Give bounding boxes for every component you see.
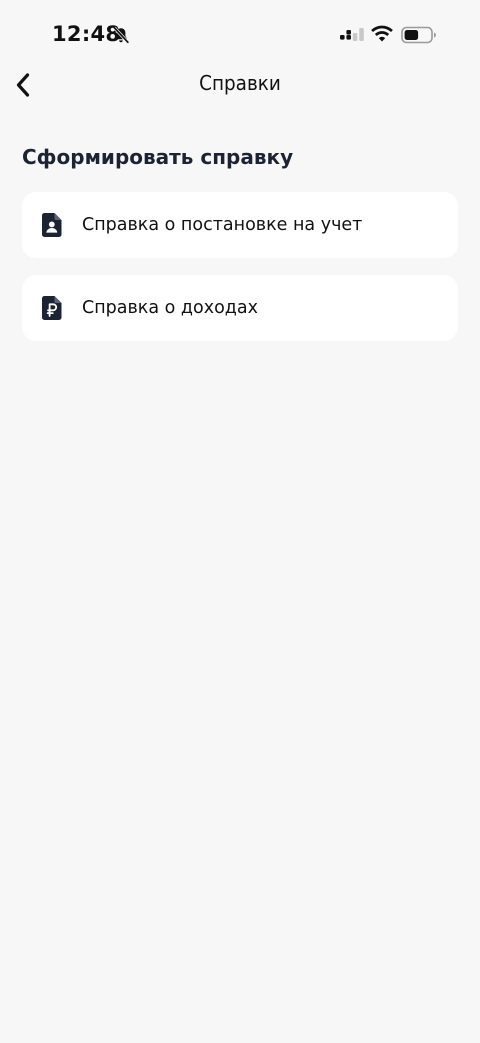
wifi-icon [371,25,393,42]
certificate-income-item[interactable]: Справка о доходах [22,275,458,341]
cellular-signal-icon [340,28,364,41]
nav-header: Справки [0,62,480,108]
status-bar: 12:48 [0,0,480,70]
bell-off-icon [113,26,129,44]
card-label: Справка о доходах [82,298,258,318]
screen: 12:48 Справки Сформировать справку Справ… [0,0,480,1043]
document-person-icon [42,213,62,237]
card-label: Справка о постановке на учет [82,215,363,235]
status-time: 12:48 [52,22,121,46]
battery-icon [401,26,436,44]
section-title: Сформировать справку [22,145,294,169]
certificate-registration-item[interactable]: Справка о постановке на учет [22,192,458,258]
document-ruble-icon [42,296,62,320]
page-title: Справки [199,71,281,95]
